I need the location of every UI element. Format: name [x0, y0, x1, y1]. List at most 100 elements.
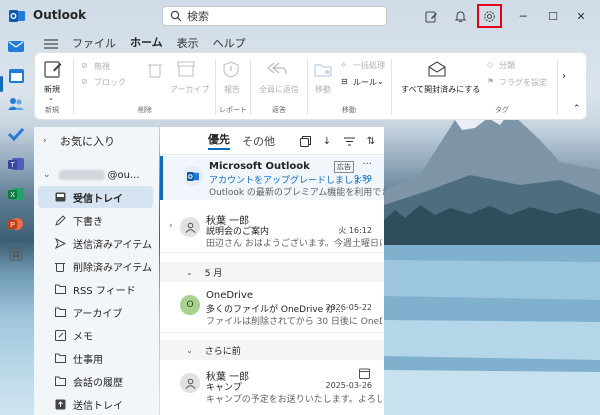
flag-icon[interactable]: ⚑ — [487, 77, 494, 86]
tab-other[interactable]: その他 — [242, 133, 275, 149]
account-header[interactable]: ⌄ @ou... — [34, 165, 159, 185]
message-item[interactable]: › 秋葉 一郎 説明会のご案内 火 16:12 田辺さん おはようございます。今… — [160, 207, 384, 253]
block-icon[interactable]: ⊘ — [81, 77, 88, 86]
group-delete-label: 削除 — [138, 106, 152, 114]
folder-deleted[interactable]: 削除済みアイテム — [38, 255, 153, 277]
search-placeholder: 検索 — [187, 10, 209, 23]
folder-label: メモ — [73, 331, 93, 343]
settings-gear-icon[interactable] — [477, 4, 502, 28]
expand-thread-chevron-icon[interactable]: › — [169, 221, 173, 231]
close-button[interactable]: ✕ — [571, 6, 591, 26]
tab-view[interactable]: 表示 — [177, 35, 199, 53]
compose-note-icon[interactable] — [421, 6, 441, 26]
folder-sent[interactable]: 送信済みアイテム — [38, 232, 153, 254]
folder-pane: › お気に入り ⌄ @ou... 受信トレイ 下書き 送信済みアイテム 削除済み… — [34, 127, 159, 415]
message-time: 2026-05-22 — [325, 303, 373, 312]
report-button[interactable]: 報告 — [224, 84, 240, 95]
block-button[interactable]: ブロック — [94, 77, 126, 88]
folder-conversation-history[interactable]: 会話の履歴 — [38, 370, 153, 392]
ad-badge: 広告 — [334, 161, 354, 173]
folder-label: 会話の履歴 — [73, 377, 123, 389]
search-icon — [170, 10, 182, 22]
group-tags-label: タグ — [495, 106, 509, 114]
calendar-app-icon[interactable] — [6, 66, 26, 86]
report-shield-icon[interactable] — [223, 61, 239, 78]
more-apps-icon[interactable] — [6, 244, 26, 264]
tab-home[interactable]: ホーム — [130, 34, 163, 54]
ignore-button[interactable]: 無視 — [94, 61, 110, 72]
message-item[interactable]: O OneDrive 多くのファイルが OneDrive か... 2026-0… — [160, 285, 384, 333]
section-label: 5 月 — [204, 268, 223, 279]
folder-rss[interactable]: RSS フィード — [38, 278, 153, 300]
flag-button[interactable]: フラグを設定 — [499, 77, 547, 88]
folder-label: 送信トレイ — [73, 400, 123, 412]
tab-file[interactable]: ファイル — [72, 35, 116, 53]
message-item[interactable]: Microsoft Outlook 広告 ··· アカウントをアップグレードしま… — [160, 156, 385, 200]
reply-all-icon[interactable] — [267, 62, 287, 76]
drafts-pencil-icon — [54, 214, 66, 226]
ignore-icon[interactable]: ⊘ — [81, 61, 88, 70]
section-header-may[interactable]: ⌄ 5 月 — [160, 262, 384, 282]
tab-focused[interactable]: 優先 — [208, 131, 230, 150]
new-dropdown-chevron-icon[interactable]: ⌄ — [48, 94, 54, 102]
favorites-header[interactable]: › お気に入り — [34, 127, 159, 155]
notifications-bell-icon[interactable] — [450, 6, 470, 26]
tab-help[interactable]: ヘルプ — [213, 35, 246, 53]
powerpoint-app-icon[interactable]: P — [6, 214, 26, 234]
mark-all-read-button[interactable]: すべて開封済みにする — [401, 84, 480, 95]
bulk-process-button[interactable]: 一括処理 — [353, 60, 385, 71]
message-time: 9:59 — [354, 174, 372, 183]
people-app-icon[interactable] — [6, 94, 26, 114]
search-input[interactable]: 検索 — [162, 6, 387, 26]
folder-drafts[interactable]: 下書き — [38, 209, 153, 231]
collapse-ribbon-icon[interactable]: ⌃ — [573, 104, 581, 114]
jump-down-arrow-icon[interactable]: ↓ — [320, 134, 334, 148]
folder-notes[interactable]: メモ — [38, 324, 153, 346]
svg-text:P: P — [10, 222, 15, 229]
svg-text:X: X — [10, 192, 15, 199]
filter-icon[interactable] — [342, 134, 356, 148]
maximize-button[interactable]: ☐ — [543, 6, 563, 26]
move-button[interactable]: 移動 — [315, 84, 331, 95]
chevron-down-icon: ⌄ — [186, 345, 193, 355]
bulk-icon[interactable]: ⟡ — [341, 60, 346, 70]
archive-icon[interactable] — [177, 61, 195, 77]
reply-all-button[interactable]: 全員に返信 — [259, 84, 299, 95]
more-options-icon[interactable]: ··· — [362, 159, 372, 170]
categorize-button[interactable]: 分類 — [499, 60, 515, 71]
message-time: 2025-03-26 — [325, 381, 373, 390]
new-mail-icon[interactable] — [43, 59, 63, 79]
select-copy-icon[interactable] — [298, 134, 312, 148]
hamburger-menu-icon[interactable] — [44, 39, 58, 49]
delete-trash-icon[interactable] — [148, 62, 162, 78]
folder-label: RSS フィード — [73, 285, 136, 297]
folder-icon — [54, 306, 66, 318]
excel-app-icon[interactable]: X — [6, 184, 26, 204]
sent-icon — [54, 237, 66, 249]
rules-icon[interactable]: ⊟ — [341, 77, 348, 86]
folder-label: 仕事用 — [73, 354, 103, 366]
section-header-earlier[interactable]: ⌄ さらに前 — [160, 340, 384, 360]
folder-work[interactable]: 仕事用 — [38, 347, 153, 369]
ribbon-scroll-right-icon[interactable]: › — [562, 71, 566, 82]
todo-app-icon[interactable] — [6, 124, 26, 144]
message-item[interactable]: 秋葉 一郎 キャンプ 2025-03-26 キャンプの予定をお送りいたします。よ… — [160, 363, 384, 413]
favorites-label: お気に入り — [60, 135, 115, 148]
move-folder-icon[interactable] — [314, 62, 334, 78]
folder-label: アーカイブ — [73, 308, 123, 320]
minimize-button[interactable]: ─ — [513, 6, 533, 26]
archive-button[interactable]: アーカイブ — [170, 84, 210, 95]
sort-icon[interactable]: ⇅ — [364, 134, 378, 148]
teams-app-icon[interactable]: T — [6, 154, 26, 174]
rules-dropdown-chevron-icon[interactable]: ⌄ — [377, 77, 384, 86]
folder-outbox[interactable]: 送信トレイ — [38, 393, 153, 415]
mark-all-read-icon[interactable] — [428, 61, 446, 77]
message-list: 優先 その他 ↓ ⇅ Microsoft Outlook 広告 ··· アカウン… — [160, 127, 385, 415]
folder-inbox[interactable]: 受信トレイ — [38, 186, 153, 208]
calendar-event-icon — [359, 368, 370, 379]
folder-archive[interactable]: アーカイブ — [38, 301, 153, 323]
ribbon-separator — [307, 59, 308, 115]
mail-app-icon[interactable] — [6, 36, 26, 56]
rules-button[interactable]: ルール — [353, 77, 377, 88]
categorize-icon[interactable]: ◇ — [487, 60, 493, 69]
